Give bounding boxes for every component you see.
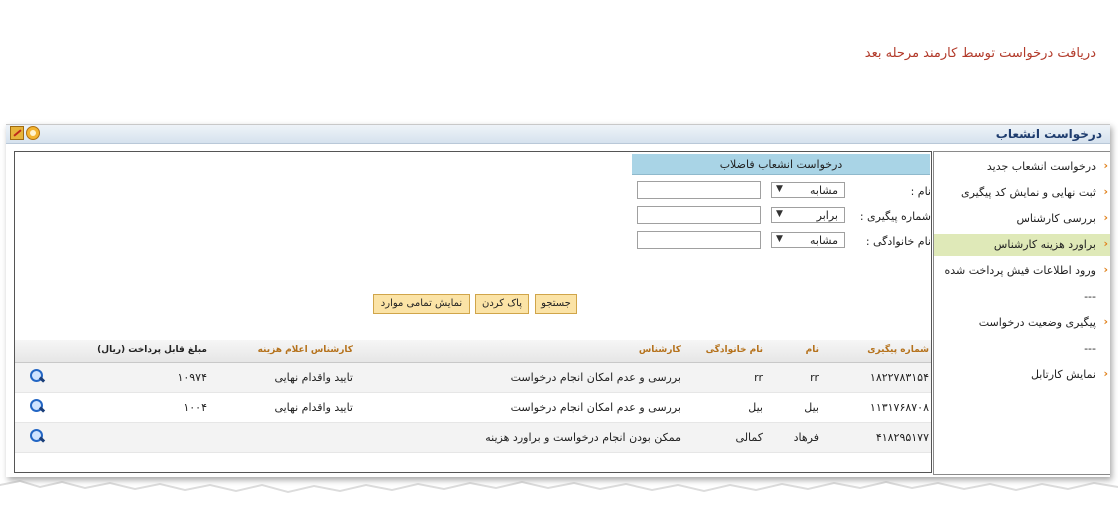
torn-edge-decoration [0,480,1118,531]
sidebar-item-label: پیگیری وضعیت درخواست [978,316,1096,329]
col-amount: مبلغ قابل پرداخت (ریال) [97,345,207,355]
form-title: درخواست انشعاب فاضلاب [719,158,843,171]
tracking-number-label: شماره پیگیری : [859,210,931,223]
arrow-icon: ‹ [1103,237,1108,250]
cost-expert-cell: تایید واقدام نهایی [274,371,353,384]
operator-value: مشابه [809,234,838,247]
table-row[interactable]: ۱۱۳۱۷۶۸۷۰۸ بیل بیل بررسی و عدم امکان انج… [15,393,931,423]
table-row[interactable]: ۱۸۲۲۷۸۳۱۵۴ rr rr بررسی و عدم امکان انجام… [15,363,931,393]
sidebar-item-payment-entry[interactable]: ‹ ورود اطلاعات فیش پرداخت شده [934,260,1110,282]
sidebar-item-kartable[interactable]: ‹ نمایش کارتابل [934,364,1110,386]
name-cell: rr [810,371,819,384]
window-frame: درخواست انشعاب ‹ درخواست انشعاب جدید ‹ ث… [6,124,1110,477]
view-details-magnifier-icon[interactable] [29,428,46,444]
family-name-input[interactable] [637,231,761,249]
sidebar-menu: ‹ درخواست انشعاب جدید ‹ ثبت نهایی و نمای… [933,151,1110,475]
family-name-cell: rr [754,371,763,384]
tracking-number-cell: ۱۱۳۱۷۶۸۷۰۸ [869,401,929,414]
col-name: نام [805,345,819,355]
arrow-icon: ‹ [1103,159,1108,172]
col-family-name: نام خانوادگی [705,345,763,355]
top-note: دریافت درخواست توسط کارمند مرحله بعد [864,46,1096,61]
sidebar-separator: --- [934,286,1110,308]
view-details-magnifier-icon[interactable] [29,398,46,414]
show-all-button[interactable]: نمایش تمامی موارد [373,294,470,314]
sidebar-item-label: --- [1084,342,1096,355]
col-tracking-number: شماره پیگیری [867,345,929,355]
name-input[interactable] [637,181,761,199]
name-operator-select[interactable]: مشابه ▼ [771,182,845,198]
name-cell: فرهاد [793,431,819,444]
col-cost-expert: کارشناس اعلام هزینه [257,345,353,355]
tracking-number-cell: ۱۸۲۲۷۸۳۱۵۴ [869,371,929,384]
amount-cell: ۱۰۰۴ [183,401,207,414]
family-name-cell: کمالی [735,431,763,444]
view-details-magnifier-icon[interactable] [29,368,46,384]
sidebar-item-final-register[interactable]: ‹ ثبت نهایی و نمایش کد پیگیری [934,182,1110,204]
sidebar-item-label: براورد هزینه کارشناس [993,238,1096,251]
tracking-operator-select[interactable]: برابر ▼ [771,207,845,223]
operator-value: برابر [816,209,838,222]
sidebar-item-label: نمایش کارتابل [1030,368,1096,381]
sidebar-item-track-status[interactable]: ‹ پیگیری وضعیت درخواست [934,312,1110,334]
expert-cell: ممکن بودن انجام درخواست و براورد هزینه [485,431,681,444]
arrow-icon: ‹ [1103,315,1108,328]
arrow-icon: ‹ [1103,211,1108,224]
family-operator-select[interactable]: مشابه ▼ [771,232,845,248]
amount-cell: ۱۰۹۷۴ [177,371,207,384]
tracking-number-input[interactable] [637,206,761,224]
sidebar-separator: --- [934,338,1110,360]
settings-gear-icon[interactable] [26,126,40,140]
content-panel: درخواست انشعاب فاضلاب نام : مشابه ▼ شمار… [14,151,932,473]
family-name-label: نام خانوادگی : [865,235,931,248]
clear-button[interactable]: پاک کردن [475,294,529,314]
sidebar-item-label: ثبت نهایی و نمایش کد پیگیری [960,186,1096,199]
name-cell: بیل [804,401,819,414]
sidebar-item-label: بررسی کارشناس [1016,212,1096,225]
sidebar-item-label: ورود اطلاعات فیش پرداخت شده [944,264,1096,277]
sidebar-item-label: درخواست انشعاب جدید [986,160,1096,173]
expert-cell: بررسی و عدم امکان انجام درخواست [510,401,681,414]
arrow-icon: ‹ [1103,263,1108,276]
col-expert: کارشناس [638,345,681,355]
arrow-icon: ‹ [1103,185,1108,198]
table-header: شماره پیگیری نام نام خانوادگی کارشناس کا… [15,340,931,363]
form-header: درخواست انشعاب فاضلاب [632,154,930,175]
sidebar-item-label: --- [1084,290,1096,303]
window-titlebar: درخواست انشعاب [6,125,1110,144]
tracking-number-cell: ۴۱۸۲۹۵۱۷۷ [875,431,929,444]
sidebar-item-expert-review[interactable]: ‹ بررسی کارشناس [934,208,1110,230]
table-row[interactable]: ۴۱۸۲۹۵۱۷۷ فرهاد کمالی ممکن بودن انجام در… [15,423,931,453]
family-name-cell: بیل [748,401,763,414]
window-title: درخواست انشعاب [995,127,1102,141]
dropdown-arrow-icon: ▼ [776,234,783,244]
dropdown-arrow-icon: ▼ [776,184,783,194]
expert-cell: بررسی و عدم امکان انجام درخواست [510,371,681,384]
arrow-icon: ‹ [1103,367,1108,380]
dropdown-arrow-icon: ▼ [776,209,783,219]
search-button[interactable]: جستجو [535,294,577,314]
sidebar-item-new-request[interactable]: ‹ درخواست انشعاب جدید [934,156,1110,178]
cost-expert-cell: تایید واقدام نهایی [274,401,353,414]
operator-value: مشابه [809,184,838,197]
edit-icon[interactable] [10,126,24,140]
sidebar-item-cost-estimate[interactable]: ‹ براورد هزینه کارشناس [934,234,1110,256]
name-label: نام : [910,185,931,198]
